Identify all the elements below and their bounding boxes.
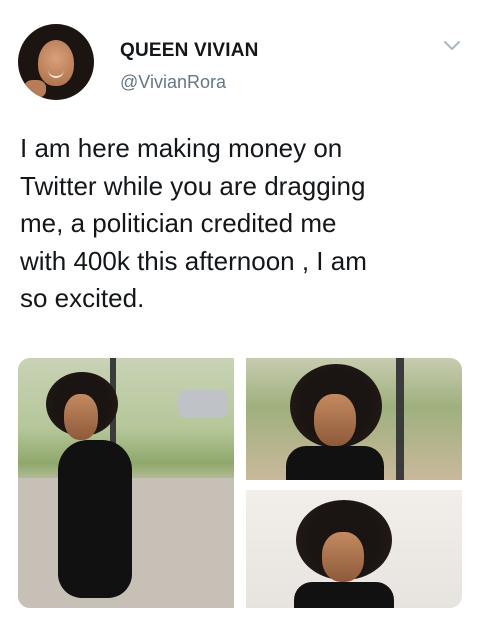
top [294,582,394,608]
face [322,532,364,582]
avatar-hand [24,80,46,98]
media-photo-2[interactable] [246,358,462,480]
avatar-face [38,40,74,86]
car [178,390,228,418]
media-grid [18,358,462,608]
media-photo-1[interactable] [18,358,234,608]
media-photo-3[interactable] [246,490,462,608]
avatar[interactable] [18,24,94,100]
sign-pole [396,358,404,480]
user-handle[interactable]: @VivianRora [120,72,226,93]
top [286,446,384,480]
dress [58,440,132,598]
face [314,394,356,446]
face [64,394,98,440]
chevron-down-icon[interactable] [442,38,462,54]
tweet-text: I am here making money on Twitter while … [20,133,367,313]
display-name[interactable]: QUEEN VIVIAN [120,40,259,62]
tweet-card: QUEEN VIVIAN @VivianRora I am here makin… [0,0,480,631]
